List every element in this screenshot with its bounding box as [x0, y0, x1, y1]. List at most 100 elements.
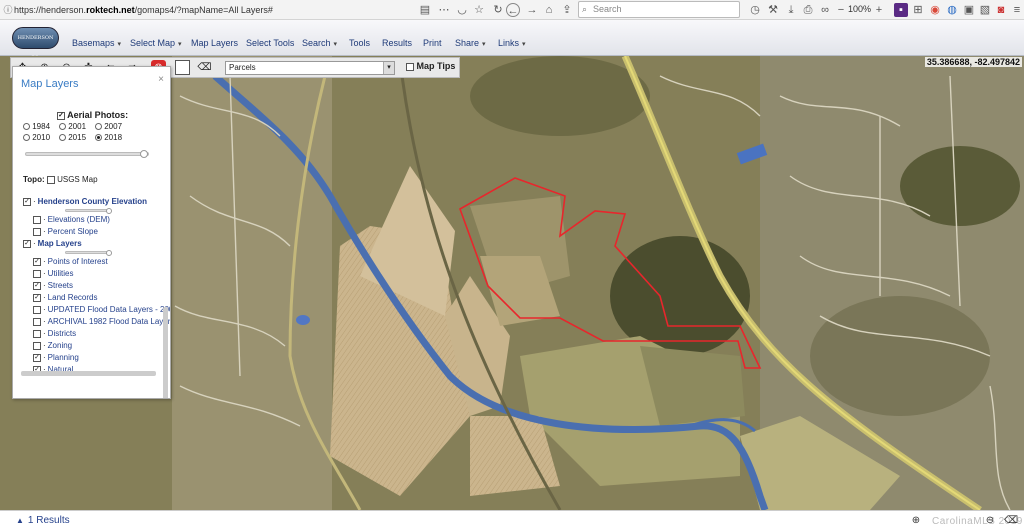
year-radio-button[interactable]: [59, 134, 66, 142]
menu-search[interactable]: Search ▾: [302, 38, 337, 48]
year-radio-2007[interactable]: 2007: [95, 122, 122, 131]
layer-checkbox[interactable]: ✓: [33, 353, 41, 362]
layer-archival-flood[interactable]: · ARCHIVAL 1982 Flood Data Layers: [33, 317, 170, 326]
pocket-icon[interactable]: ◡: [455, 3, 469, 17]
results-toggle[interactable]: ▲ 1 Results: [16, 515, 70, 526]
zoom-out-icon[interactable]: −: [834, 3, 848, 17]
info-icon[interactable]: ⓘ: [1, 3, 15, 17]
menu-tools[interactable]: Tools: [349, 38, 370, 48]
layer-checkbox[interactable]: ✓: [33, 281, 41, 290]
zoom-out-icon[interactable]: ⊖: [984, 515, 996, 527]
layer-elevations-dem[interactable]: · Elevations (DEM): [33, 215, 110, 224]
slider-handle[interactable]: [106, 250, 112, 256]
aerial-photos-toggle[interactable]: ✓ Aerial Photos:: [57, 110, 128, 120]
layer-checkbox[interactable]: [33, 215, 41, 224]
select-box-icon[interactable]: [175, 60, 190, 75]
globe-icon[interactable]: ◍: [945, 3, 959, 17]
print-icon[interactable]: ⎙: [801, 3, 815, 17]
menu-share[interactable]: Share ▾: [455, 38, 486, 48]
layer-select-dropdown[interactable]: Parcels ▾: [225, 61, 395, 75]
refresh-icon[interactable]: ↻: [491, 3, 505, 17]
back-icon[interactable]: ←: [506, 3, 520, 17]
layer-planning[interactable]: ✓ · Planning: [33, 353, 79, 362]
zoom-in-icon[interactable]: ⊕: [910, 515, 922, 527]
layer-zoning[interactable]: · Zoning: [33, 341, 72, 350]
year-radio-1984[interactable]: 1984: [23, 122, 50, 131]
screenshot-icon[interactable]: ▣: [962, 3, 976, 17]
layer-land-records[interactable]: ✓ · Land Records: [33, 293, 97, 302]
bookmark-star-icon[interactable]: ☆: [472, 3, 486, 17]
map-tips-checkbox[interactable]: [406, 62, 414, 71]
download-icon[interactable]: ⤓: [784, 3, 798, 17]
zoom-level[interactable]: 100%: [848, 4, 871, 14]
layer-select-value: Parcels: [229, 63, 256, 72]
year-radio-2010[interactable]: 2010: [23, 133, 50, 142]
menu-results[interactable]: Results: [382, 38, 412, 48]
year-radio-2018[interactable]: 2018: [95, 133, 122, 142]
year-radio-button-selected[interactable]: [95, 134, 102, 142]
library-icon[interactable]: ⊞: [911, 3, 925, 17]
year-radio-button[interactable]: [23, 123, 30, 131]
layer-points-of-interest[interactable]: ✓ · Points of Interest: [33, 257, 108, 266]
layer-checkbox[interactable]: [33, 269, 41, 278]
layer-districts[interactable]: · Districts: [33, 329, 76, 338]
county-logo[interactable]: HENDERSON CO.: [12, 27, 59, 61]
elevation-opacity-slider[interactable]: [65, 208, 112, 214]
trash-icon[interactable]: ⌫: [197, 60, 212, 75]
pdf-icon[interactable]: ▧: [978, 3, 992, 17]
menu-select-tools[interactable]: Select Tools: [246, 38, 294, 48]
menu-print[interactable]: Print: [423, 38, 442, 48]
close-icon[interactable]: ×: [158, 74, 164, 85]
layer-updated-flood[interactable]: · UPDATED Flood Data Layers - 200: [33, 305, 170, 314]
layer-checkbox[interactable]: [33, 329, 41, 338]
slider-handle[interactable]: [140, 150, 148, 158]
slider-handle[interactable]: [106, 208, 112, 214]
page-actions-icon[interactable]: ⋯: [437, 3, 451, 17]
chrome-icon[interactable]: ◉: [928, 3, 942, 17]
tools-icon[interactable]: ⚒: [766, 3, 780, 17]
elevation-group[interactable]: ✓ · Henderson County Elevation: [23, 197, 147, 206]
reader-view-icon[interactable]: ▤: [418, 3, 432, 17]
menu-links[interactable]: Links ▾: [498, 38, 526, 48]
menu-basemaps[interactable]: Basemaps ▾: [72, 38, 121, 48]
layer-checkbox[interactable]: [33, 317, 41, 326]
year-radio-button[interactable]: [95, 123, 102, 131]
map-tips-toggle[interactable]: Map Tips: [406, 61, 455, 71]
trash-icon[interactable]: ⌫: [1004, 515, 1018, 527]
elevation-group-checkbox[interactable]: ✓: [23, 197, 31, 206]
menu-map-layers[interactable]: Map Layers: [191, 38, 238, 48]
history-icon[interactable]: ◷: [748, 3, 762, 17]
layer-checkbox[interactable]: [33, 227, 41, 236]
usgs-checkbox[interactable]: [46, 175, 55, 184]
address-bar[interactable]: https://henderson.roktech.net/gomaps4/?m…: [14, 2, 408, 18]
menu-select-map[interactable]: Select Map ▾: [130, 38, 182, 48]
layer-checkbox[interactable]: [33, 305, 41, 314]
menu-icon[interactable]: ≡: [1010, 3, 1024, 17]
layer-checkbox[interactable]: [33, 341, 41, 350]
map-layers-group[interactable]: ✓ · Map Layers: [23, 239, 82, 248]
year-radio-2015[interactable]: 2015: [59, 133, 86, 142]
layer-streets[interactable]: ✓ · Streets: [33, 281, 73, 290]
year-radio-button[interactable]: [59, 123, 66, 131]
extension-icon[interactable]: ▪: [894, 3, 908, 17]
browser-search-input[interactable]: ⌕ Search: [578, 1, 740, 18]
upload-icon[interactable]: ⇪: [560, 3, 574, 17]
panel-vertical-scrollbar[interactable]: [163, 307, 168, 398]
aerial-opacity-slider[interactable]: [25, 150, 149, 158]
mask-icon[interactable]: ∞: [818, 3, 832, 17]
zoom-in-icon[interactable]: +: [872, 3, 886, 17]
forward-icon[interactable]: →: [525, 3, 539, 17]
year-label: 2007: [104, 122, 123, 131]
camera-icon[interactable]: ◙: [994, 3, 1008, 17]
layer-utilities[interactable]: · Utilities: [33, 269, 73, 278]
panel-horizontal-scrollbar[interactable]: [21, 371, 156, 376]
home-icon[interactable]: ⌂: [542, 3, 556, 17]
layer-percent-slope[interactable]: · Percent Slope: [33, 227, 98, 236]
layer-checkbox[interactable]: ✓: [33, 293, 41, 302]
map-layers-group-checkbox[interactable]: ✓: [23, 239, 31, 248]
year-radio-button[interactable]: [23, 134, 30, 142]
layer-checkbox[interactable]: ✓: [33, 257, 41, 266]
map-layers-opacity-slider[interactable]: [65, 250, 112, 256]
aerial-photos-checkbox[interactable]: ✓: [57, 111, 65, 120]
year-radio-2001[interactable]: 2001: [59, 122, 86, 131]
